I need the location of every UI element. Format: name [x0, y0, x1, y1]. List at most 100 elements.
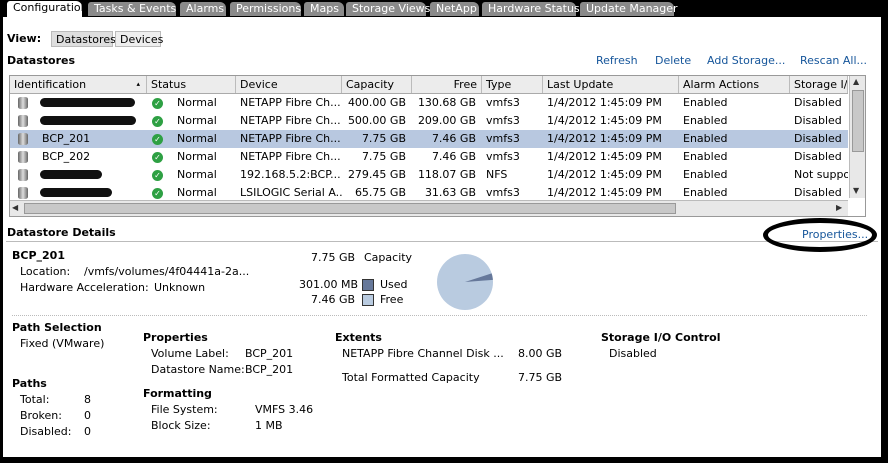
cell-text: 7.46 GB [431, 150, 476, 163]
status-ok-icon: ✓ [152, 152, 163, 163]
cell-capacity: 279.45 GB [342, 166, 412, 184]
scroll-right-icon[interactable]: ▶ [836, 203, 842, 212]
datastore-icon [18, 97, 28, 109]
cell-capacity: 7.75 GB [342, 130, 412, 148]
column-header-free[interactable]: Free [412, 76, 482, 93]
file-system-label: File System: [151, 403, 218, 416]
tab-hardware-status[interactable]: Hardware Status [482, 2, 580, 16]
cell-text: Enabled [683, 96, 728, 109]
cell-text: 1/4/2012 1:45:09 PM [547, 150, 662, 163]
add-storage-link[interactable]: Add Storage... [707, 54, 785, 67]
cell-text: Enabled [683, 150, 728, 163]
paths-title: Paths [12, 377, 47, 390]
column-header-status[interactable]: Status [147, 76, 236, 93]
cell-type: vmfs3 [482, 130, 543, 148]
status-ok-icon: ✓ [152, 134, 163, 145]
cell-text: Enabled [683, 132, 728, 145]
cell-alarm: Enabled [679, 166, 790, 184]
cell-text: 1/4/2012 1:45:09 PM [547, 114, 662, 127]
cell-last-update: 1/4/2012 1:45:09 PM [543, 130, 679, 148]
table-row[interactable]: BCP_201 ✓ Normal NETAPP Fibre Ch... 7.75 GB 7… [10, 130, 848, 148]
datastore-name-text: BCP_201 [42, 132, 91, 145]
cell-text: Not support [794, 168, 848, 181]
block-size-value: 1 MB [255, 419, 283, 432]
tab-maps[interactable]: Maps [304, 2, 344, 16]
scroll-up-icon[interactable]: ▲ [853, 77, 859, 86]
vertical-scrollbar[interactable]: ▲ ▼ [849, 76, 865, 198]
tab-netapp[interactable]: NetApp [430, 2, 479, 16]
datastores-view-button[interactable]: Datastores [51, 31, 116, 47]
cell-text: NETAPP Fibre Ch... [240, 114, 341, 127]
tab-configuration[interactable]: Configuration [7, 1, 88, 17]
cell-device: NETAPP Fibre Ch... [236, 112, 342, 130]
cell-text: NFS [486, 168, 508, 181]
cell-last-update: 1/4/2012 1:45:09 PM [543, 94, 679, 112]
cell-status: ✓ Normal [147, 94, 236, 112]
cell-text: 1/4/2012 1:45:09 PM [547, 168, 662, 181]
cell-text: NETAPP Fibre Ch... [240, 132, 341, 145]
cell-free: 118.07 GB [412, 166, 482, 184]
cell-text: 7.75 GB [361, 150, 406, 163]
table-header: Identification ▴ Status Device Capacity F… [10, 76, 848, 94]
cell-text: Disabled [794, 150, 842, 163]
refresh-link[interactable]: Refresh [596, 54, 638, 67]
tab-bar: Configuration Tasks & Events Alarms Perm… [0, 0, 888, 17]
cell-sio: Disabled [790, 112, 848, 130]
table-row[interactable]: BCP_202 ✓ Normal NETAPP Fibre Ch... 7.75 GB 7… [10, 148, 848, 166]
cell-text: 500.00 GB [347, 114, 406, 127]
cell-device: NETAPP Fibre Ch... [236, 130, 342, 148]
cell-text: 279.45 GB [347, 168, 406, 181]
tab-permissions[interactable]: Permissions [230, 2, 301, 16]
delete-link[interactable]: Delete [655, 54, 691, 67]
file-system-value: VMFS 3.46 [255, 403, 314, 416]
column-header-type[interactable]: Type [482, 76, 543, 93]
status-text: Normal [177, 150, 217, 163]
cell-last-update: 1/4/2012 1:45:09 PM [543, 112, 679, 130]
vertical-scroll-thumb[interactable] [852, 90, 864, 152]
cell-free: 130.68 GB [412, 94, 482, 112]
column-header-capacity[interactable]: Capacity [342, 76, 412, 93]
cell-device: NETAPP Fibre Ch... [236, 94, 342, 112]
rescan-all-link[interactable]: Rescan All... [800, 54, 867, 67]
cell-text: vmfs3 [486, 132, 520, 145]
column-header-identification[interactable]: Identification ▴ [10, 76, 147, 93]
free-label: Free [380, 293, 404, 306]
cell-text: 7.75 GB [361, 132, 406, 145]
column-header-device[interactable]: Device [236, 76, 342, 93]
table-row[interactable]: ✓ Normal 192.168.5.2:BCP... 279.45 GB 118.07… [10, 166, 848, 184]
column-header-storage-io[interactable]: Storage I/O [790, 76, 848, 93]
scroll-down-icon[interactable]: ▼ [853, 186, 859, 195]
horizontal-scrollbar[interactable]: ◀ ▶ [10, 200, 848, 216]
column-header-alarm-actions[interactable]: Alarm Actions [679, 76, 790, 93]
table-row[interactable]: ✓ Normal NETAPP Fibre Ch... 500.00 GB 209.00… [10, 112, 848, 130]
cell-text: 192.168.5.2:BCP... [240, 168, 341, 181]
tab-update-manager[interactable]: Update Manager [580, 2, 678, 16]
block-size-label: Block Size: [151, 419, 211, 432]
location-value: /vmfs/volumes/4f04441a-2a... [84, 265, 250, 278]
cell-alarm: Enabled [679, 148, 790, 166]
paths-disabled-label: Disabled: [20, 425, 72, 438]
devices-view-button[interactable]: Devices [115, 31, 163, 47]
extents-title: Extents [335, 331, 382, 344]
cell-sio: Disabled [790, 148, 848, 166]
horizontal-scroll-thumb[interactable] [24, 203, 676, 214]
cell-text: vmfs3 [486, 114, 520, 127]
cell-type: vmfs3 [482, 94, 543, 112]
column-header-last-update[interactable]: Last Update [543, 76, 679, 93]
table-row[interactable]: ✓ Normal NETAPP Fibre Ch... 400.00 GB 130.68… [10, 94, 848, 112]
cell-free: 7.46 GB [412, 148, 482, 166]
cell-free: 209.00 GB [412, 112, 482, 130]
datastore-name-label: Datastore Name: [151, 363, 245, 376]
cell-capacity: 400.00 GB [342, 94, 412, 112]
cell-id: BCP_202 [10, 148, 147, 166]
redacted-name [40, 98, 135, 107]
scroll-left-icon[interactable]: ◀ [12, 203, 18, 212]
tab-alarms[interactable]: Alarms [180, 2, 226, 16]
cell-sio: Disabled [790, 94, 848, 112]
tab-storage-views[interactable]: Storage Views [346, 2, 430, 16]
cell-alarm: Enabled [679, 94, 790, 112]
tab-tasks-events[interactable]: Tasks & Events [88, 2, 176, 16]
capacity-label: Capacity [364, 251, 413, 264]
cell-id [10, 112, 147, 130]
used-swatch [362, 279, 374, 291]
